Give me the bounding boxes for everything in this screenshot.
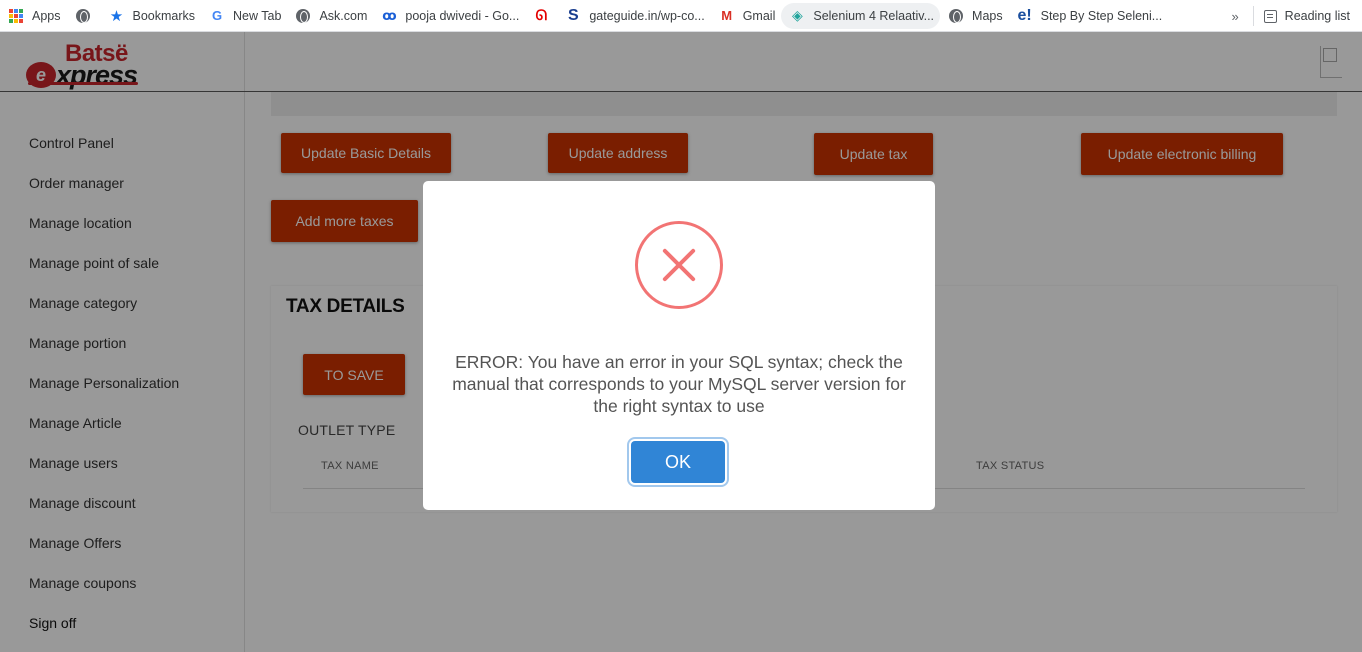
error-dialog: ERROR: You have an error in your SQL syn… <box>423 181 935 510</box>
bookmark-bookmarks[interactable]: ★ Bookmarks <box>101 3 202 29</box>
bookmark-label: Apps <box>32 8 61 23</box>
error-message: ERROR: You have an error in your SQL syn… <box>452 352 906 416</box>
star-icon: ★ <box>109 7 124 25</box>
google-icon: G <box>211 8 223 23</box>
bookmark-label: New Tab <box>233 8 282 23</box>
bookmark-label: Gmail <box>742 8 776 23</box>
globe-icon <box>295 8 311 24</box>
bookmark-label: Step By Step Seleni... <box>1040 8 1163 23</box>
bookmark-selenium[interactable]: ◈ Selenium 4 Relaativ... <box>781 2 941 29</box>
bookmark-new-tab[interactable]: G New Tab <box>201 3 287 29</box>
bookmark-label: pooja dwivedi - Go... <box>405 8 520 23</box>
bookmark-label: Bookmarks <box>132 8 196 23</box>
bookmarks-bar: Apps ★ Bookmarks G New Tab Ask.com ꝏ poo… <box>0 0 1362 32</box>
divider <box>1252 6 1254 26</box>
selenium-icon: ◈ <box>791 7 803 23</box>
bookmark-globe[interactable] <box>67 3 101 29</box>
globe-icon <box>75 8 91 24</box>
bookmark-airtel[interactable]: ᘏ <box>525 3 557 29</box>
bookmark-step-by-step[interactable]: e! Step By Step Seleni... <box>1009 3 1169 29</box>
bookmark-label: Maps <box>972 8 1003 23</box>
bookmark-ask[interactable]: Ask.com <box>287 3 373 29</box>
s-logo-icon: S <box>568 6 579 24</box>
reading-list-button[interactable]: Reading list <box>1285 9 1350 23</box>
airtel-icon: ᘏ <box>535 7 548 23</box>
bookmarks-right: » Reading list <box>1231 0 1350 32</box>
bookmark-label: gateguide.in/wp-co... <box>589 8 705 23</box>
reading-list-icon <box>1263 9 1277 23</box>
error-x-icon <box>635 221 723 309</box>
ok-button[interactable]: OK <box>631 441 725 483</box>
bookmark-gmail[interactable]: M Gmail <box>711 3 782 29</box>
bookmark-label: Selenium 4 Relaativ... <box>813 8 935 23</box>
e-logo-icon: e! <box>1017 6 1032 24</box>
bookmark-gateguide[interactable]: S gateguide.in/wp-co... <box>557 3 710 29</box>
globe-icon <box>948 8 964 24</box>
chevron-right-icon[interactable]: » <box>1231 9 1238 24</box>
people-icon: ꝏ <box>382 7 397 23</box>
apps-grid-icon <box>8 8 24 24</box>
gmail-icon: M <box>721 8 733 23</box>
bookmark-label: Ask.com <box>319 8 368 23</box>
bookmark-pooja[interactable]: ꝏ pooja dwivedi - Go... <box>373 3 525 29</box>
bookmark-apps[interactable]: Apps <box>0 3 67 29</box>
bookmark-maps[interactable]: Maps <box>940 3 1009 29</box>
